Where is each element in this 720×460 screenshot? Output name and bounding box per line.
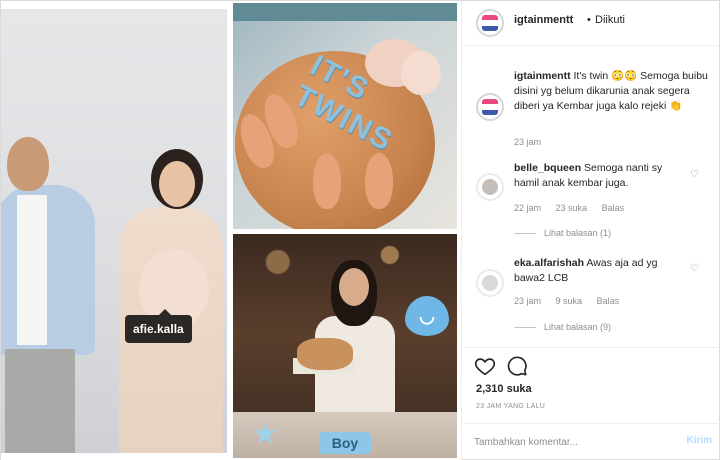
comment-meta: 22 jam 23 suka Balas bbox=[514, 203, 636, 213]
separator-dot: • bbox=[587, 14, 591, 26]
caption-text: igtainmentt It's twin 😳😳 Semoga buibu di… bbox=[514, 69, 710, 114]
comment-like-heart-icon[interactable]: ♡ bbox=[690, 169, 699, 180]
caption-meta: 23 jam bbox=[514, 137, 553, 147]
like-heart-icon[interactable] bbox=[474, 355, 496, 377]
party-photo: ◡ Boy bbox=[233, 234, 457, 458]
follow-status-button[interactable]: Diikuti bbox=[595, 14, 625, 26]
comment-bubble-icon[interactable] bbox=[506, 355, 528, 377]
table-background bbox=[233, 3, 457, 21]
cake-foot bbox=[313, 153, 341, 209]
view-replies-link[interactable]: Lihat balasan (9) bbox=[514, 322, 611, 332]
user-tag[interactable]: afie.kalla bbox=[125, 315, 192, 343]
reply-button[interactable]: Balas bbox=[602, 203, 625, 213]
cake-photo: IT'S TWINS bbox=[233, 3, 457, 229]
caption-username[interactable]: igtainmentt bbox=[514, 70, 571, 82]
commenter-avatar[interactable] bbox=[476, 269, 504, 297]
comment-text: eka.alfarishah Awas aja ad yg bawa2 LCB bbox=[514, 256, 690, 286]
man-figure bbox=[1, 185, 95, 355]
caption-time[interactable]: 23 jam bbox=[514, 137, 541, 147]
replies-line bbox=[514, 327, 536, 329]
comment-username[interactable]: belle_bqueen bbox=[514, 162, 581, 174]
post-actions: 2,310 suka 23 JAM YANG LALU bbox=[462, 347, 720, 427]
caption-avatar[interactable] bbox=[476, 93, 504, 121]
commenter-avatar[interactable] bbox=[476, 173, 504, 201]
man-legs bbox=[5, 349, 75, 453]
like-count[interactable]: 2,310 suka bbox=[476, 383, 532, 395]
comment-text: belle_bqueen Semoga nanti sy hamil anak … bbox=[514, 161, 690, 191]
girl-face bbox=[339, 268, 369, 306]
comment-like-count[interactable]: 9 suka bbox=[556, 296, 583, 306]
comment-time[interactable]: 23 jam bbox=[514, 296, 541, 306]
cake-baby-figure-2 bbox=[401, 51, 441, 95]
couple-photo: afie.kalla bbox=[1, 9, 227, 453]
post-header: igtainmentt • Diikuti bbox=[462, 1, 720, 46]
man-head bbox=[7, 137, 49, 191]
post-timestamp[interactable]: 23 JAM YANG LALU bbox=[476, 403, 545, 410]
avatar[interactable] bbox=[476, 9, 504, 37]
man-shirt bbox=[17, 195, 47, 345]
view-replies-label: Lihat balasan (9) bbox=[544, 322, 612, 332]
instagram-post: afie.kalla IT'S TWINS ◡ Boy igtainmentt … bbox=[0, 0, 720, 460]
comment-time[interactable]: 22 jam bbox=[514, 203, 541, 213]
comment-meta: 23 jam 9 suka Balas bbox=[514, 296, 631, 306]
comment-input[interactable] bbox=[474, 432, 664, 452]
post-image-collage[interactable]: afie.kalla IT'S TWINS ◡ Boy bbox=[1, 1, 461, 460]
comment-username[interactable]: eka.alfarishah bbox=[514, 257, 584, 269]
cake-foot bbox=[365, 153, 393, 209]
view-replies-link[interactable]: Lihat balasan (1) bbox=[514, 228, 611, 238]
reply-button[interactable]: Balas bbox=[597, 296, 620, 306]
comment-like-heart-icon[interactable]: ♡ bbox=[690, 263, 699, 274]
heart-sticker-icon: ◡ bbox=[405, 296, 449, 336]
comment-like-count[interactable]: 23 suka bbox=[556, 203, 588, 213]
post-comment-button[interactable]: Kirim bbox=[686, 435, 712, 446]
replies-line bbox=[514, 233, 536, 235]
boy-sign: Boy bbox=[319, 432, 371, 454]
woman-face bbox=[159, 161, 195, 207]
add-comment-bar: Kirim bbox=[462, 423, 720, 460]
header-username[interactable]: igtainmentt bbox=[514, 14, 573, 26]
party-cake bbox=[297, 338, 353, 370]
comments-list[interactable]: igtainmentt It's twin 😳😳 Semoga buibu di… bbox=[462, 47, 720, 347]
post-side-panel: igtainmentt • Diikuti igtainmentt It's t… bbox=[461, 1, 720, 460]
view-replies-label: Lihat balasan (1) bbox=[544, 228, 612, 238]
